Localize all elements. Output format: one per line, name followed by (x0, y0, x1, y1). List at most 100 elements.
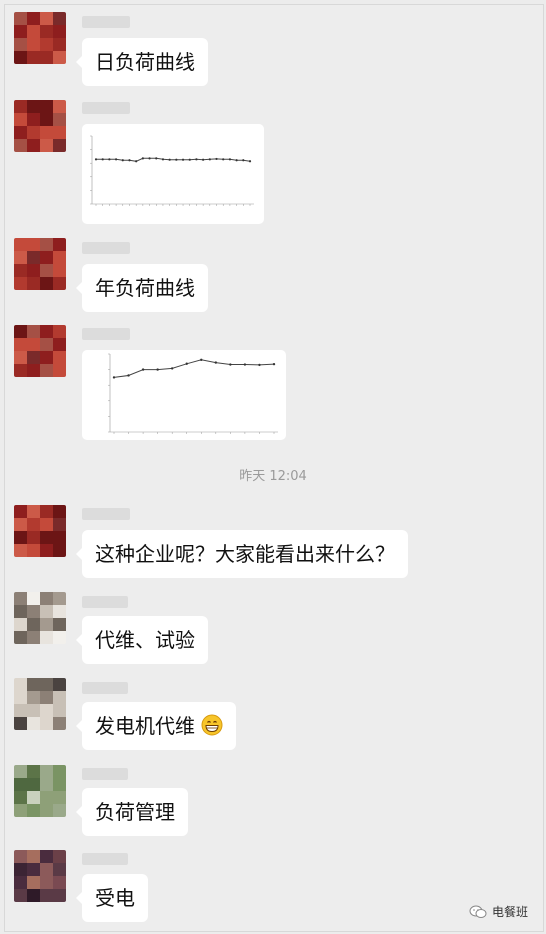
data-point (185, 362, 188, 365)
avatar-pixel (40, 338, 53, 351)
message-bubble[interactable]: 年负荷曲线 (76, 264, 208, 312)
avatar-pixel (53, 51, 66, 64)
avatar-pixel (14, 804, 27, 817)
daily-load-chart (90, 135, 254, 206)
avatar-pixel (53, 678, 66, 691)
timestamp: 昨天 12:04 (239, 469, 307, 484)
data-point (161, 158, 165, 161)
avatar-pixel (14, 778, 27, 791)
avatar-pixel (14, 678, 27, 691)
avatar-pixel (27, 592, 40, 605)
avatar-pixel (14, 717, 27, 730)
avatar-pixel (53, 544, 66, 557)
avatar-pixel (27, 325, 40, 338)
data-point (215, 157, 218, 161)
message-bubble[interactable]: 受电 (76, 874, 148, 922)
avatar-pixel (14, 518, 27, 531)
data-point (208, 158, 211, 161)
data-point (135, 160, 138, 163)
avatar-pixel (27, 631, 40, 644)
avatar-pixel (27, 338, 40, 351)
avatar-pixel (40, 678, 53, 691)
avatar-pixel (27, 717, 40, 730)
data-point (128, 159, 131, 162)
data-point (141, 368, 145, 371)
avatar-pixel (53, 100, 66, 113)
avatar-pixel (40, 364, 53, 377)
avatar-pixel (27, 113, 40, 126)
avatar-pixel (40, 38, 53, 51)
avatar-pixel (14, 264, 27, 277)
avatar-pixel (14, 238, 27, 251)
avatar[interactable] (14, 850, 66, 902)
data-point (101, 158, 104, 161)
watermark: 电餐班 (469, 903, 528, 920)
avatar-pixel (53, 531, 66, 544)
data-point (214, 361, 218, 364)
avatar-pixel (27, 100, 40, 113)
avatar-pixel (53, 277, 66, 290)
avatar-pixel (40, 618, 53, 631)
avatar-pixel (14, 338, 27, 351)
data-point (148, 157, 151, 160)
sender-name (82, 328, 130, 340)
sender-name (82, 102, 130, 114)
avatar-pixel (40, 889, 53, 902)
avatar-pixel (14, 113, 27, 126)
data-point (258, 363, 261, 367)
message-bubble[interactable]: 负荷管理 (76, 788, 188, 836)
avatar[interactable] (14, 592, 66, 644)
avatar-pixel (14, 51, 27, 64)
avatar[interactable] (14, 12, 66, 64)
message-bubble[interactable]: 代维、试验 (76, 616, 208, 664)
avatar-pixel (53, 126, 66, 139)
chart-image[interactable] (82, 350, 286, 440)
avatar-pixel (53, 631, 66, 644)
avatar-pixel (53, 691, 66, 704)
avatar-pixel (40, 126, 53, 139)
avatar[interactable] (14, 505, 66, 557)
avatar-pixel (27, 251, 40, 264)
avatar-pixel (27, 876, 40, 889)
avatar-pixel (40, 531, 53, 544)
avatar-pixel (40, 876, 53, 889)
avatar-pixel (40, 277, 53, 290)
avatar-pixel (40, 351, 53, 364)
avatar[interactable] (14, 325, 66, 377)
avatar-pixel (40, 778, 53, 791)
avatar[interactable] (14, 238, 66, 290)
avatar[interactable] (14, 765, 66, 817)
avatar-pixel (14, 876, 27, 889)
avatar-pixel (14, 277, 27, 290)
avatar-pixel (14, 100, 27, 113)
avatar-pixel (27, 238, 40, 251)
avatar-pixel (14, 850, 27, 863)
avatar-pixel (53, 876, 66, 889)
avatar-pixel (27, 51, 40, 64)
avatar-pixel (53, 791, 66, 804)
avatar-pixel (40, 704, 53, 717)
message-bubble[interactable]: 这种企业呢？大家能看出来什么？ (76, 530, 408, 578)
avatar-pixel (53, 889, 66, 902)
avatar-pixel (40, 791, 53, 804)
avatar-pixel (53, 717, 66, 730)
chart-image[interactable] (82, 124, 264, 224)
avatar-pixel (27, 804, 40, 817)
avatar[interactable] (14, 678, 66, 730)
avatar-pixel (27, 531, 40, 544)
data-point (121, 159, 124, 162)
avatar-pixel (40, 25, 53, 38)
avatar-pixel (27, 691, 40, 704)
avatar-pixel (53, 618, 66, 631)
data-point (235, 159, 238, 162)
message-bubble[interactable]: 日负荷曲线 (76, 38, 208, 86)
message-bubble[interactable]: 发电机代维 (75, 702, 237, 750)
avatar-pixel (14, 25, 27, 38)
avatar-pixel (14, 544, 27, 557)
avatar-pixel (53, 113, 66, 126)
avatar-pixel (53, 139, 66, 152)
data-point (168, 158, 171, 161)
avatar[interactable] (14, 100, 66, 152)
data-point (248, 160, 252, 163)
avatar-pixel (40, 505, 53, 518)
